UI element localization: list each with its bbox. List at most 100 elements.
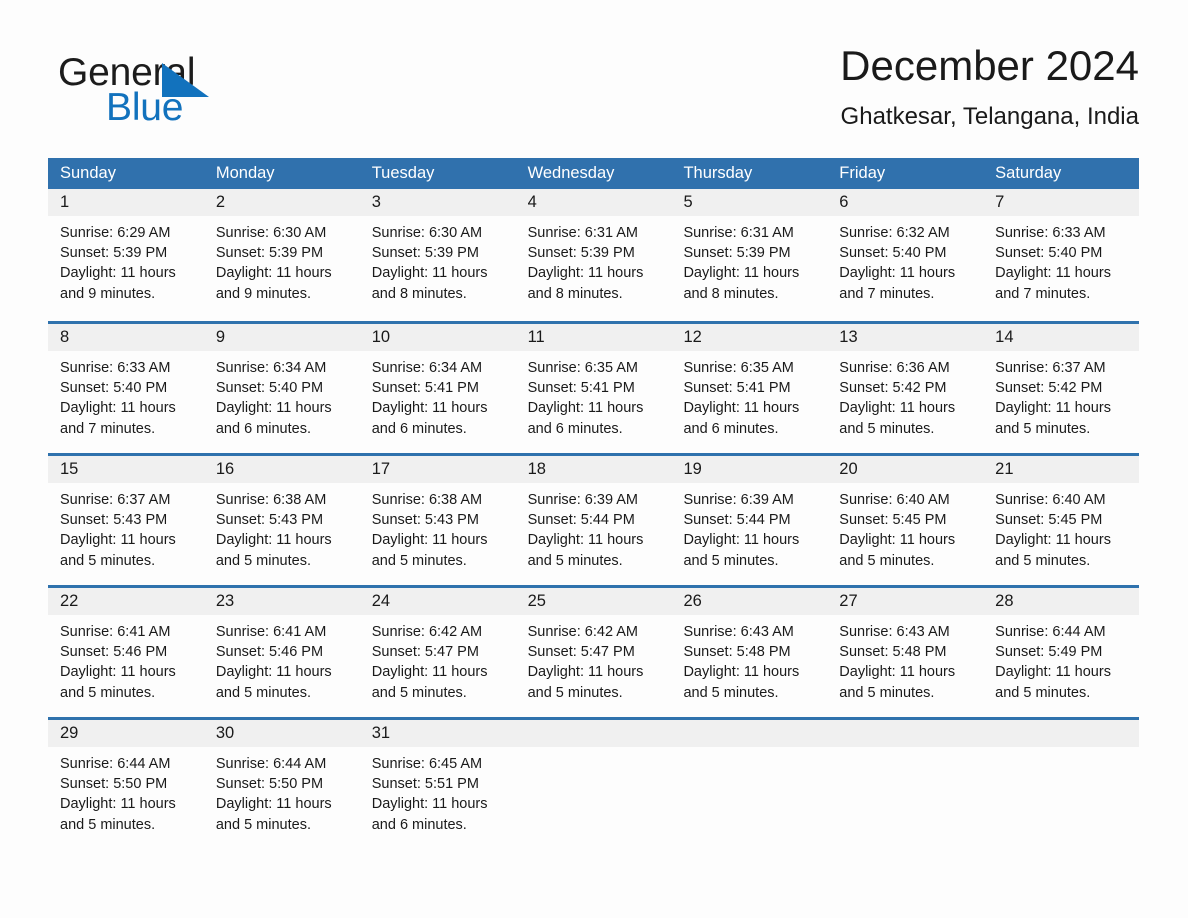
sunset-text: Sunset: 5:50 PM bbox=[215, 776, 324, 793]
day-number: 17 bbox=[371, 460, 391, 478]
generalblue-logo[interactable]: General Blue bbox=[58, 51, 288, 129]
day-info: Sunrise: 6:41 AM Sunset: 5:46 PM Daylight:… bbox=[204, 615, 360, 703]
day-number: 27 bbox=[839, 592, 858, 610]
calendar-day-cell[interactable]: 7 Sunrise: 6:33 AM Sunset: 5:40 PM Daylight… bbox=[983, 189, 1140, 321]
daylight-text: Daylight: 11 hours and 8 minutes. bbox=[683, 265, 800, 302]
calendar-day-cell[interactable]: 1 Sunrise: 6:29 AM Sunset: 5:39 PM Daylight… bbox=[48, 189, 204, 321]
day-number: 3 bbox=[371, 193, 381, 211]
day-number: 21 bbox=[995, 460, 1014, 478]
calendar-day-cell[interactable]: 22 Sunrise: 6:41 AM Sunset: 5:46 PM Dayligh… bbox=[48, 588, 204, 717]
calendar-day-cell[interactable]: 24 Sunrise: 6:42 AM Sunset: 5:47 PM Dayligh… bbox=[359, 588, 516, 717]
calendar-day-cell[interactable]: 10 Sunrise: 6:34 AM Sunset: 5:41 PM Dayligh… bbox=[359, 324, 516, 453]
calendar-day-cell[interactable]: 6 Sunrise: 6:32 AM Sunset: 5:40 PM Daylight… bbox=[827, 189, 984, 321]
sunrise-text: Sunrise: 6:41 AM bbox=[215, 624, 327, 640]
day-number: 20 bbox=[839, 460, 858, 478]
day-number: 23 bbox=[215, 592, 235, 610]
calendar-day-cell[interactable]: 12 Sunrise: 6:35 AM Sunset: 5:41 PM Dayligh… bbox=[671, 324, 828, 453]
daylight-text: Daylight: 11 hours and 5 minutes. bbox=[995, 532, 1111, 569]
day-number-band: 16 bbox=[203, 456, 360, 483]
daylight-text: Daylight: 11 hours and 6 minutes. bbox=[683, 400, 800, 437]
calendar-day-cell[interactable]: 31 Sunrise: 6:45 AM Sunset: 5:51 PM Dayligh… bbox=[359, 720, 516, 849]
calendar-table: Sunday Monday Tuesday Wednesday Thursday… bbox=[48, 158, 1140, 849]
daylight-text: Daylight: 11 hours and 5 minutes. bbox=[995, 400, 1111, 437]
day-info: Sunrise: 6:29 AM Sunset: 5:39 PM Daylight:… bbox=[48, 216, 204, 304]
calendar-week-row: 29 Sunrise: 6:44 AM Sunset: 5:50 PM Dayligh… bbox=[48, 717, 1140, 849]
calendar-day-cell[interactable]: 26 Sunrise: 6:43 AM Sunset: 5:48 PM Dayligh… bbox=[671, 588, 828, 717]
day-info: Sunrise: 6:33 AM Sunset: 5:40 PM Daylight:… bbox=[983, 216, 1139, 304]
day-number-band: 1 bbox=[48, 189, 204, 216]
calendar-day-cell[interactable]: 4 Sunrise: 6:31 AM Sunset: 5:39 PM Daylight… bbox=[515, 189, 672, 321]
calendar-day-cell[interactable]: 11 Sunrise: 6:35 AM Sunset: 5:41 PM Dayligh… bbox=[515, 324, 672, 453]
day-number: 4 bbox=[527, 193, 537, 211]
day-number-band: 20 bbox=[827, 456, 984, 483]
day-number-band: 22 bbox=[48, 588, 204, 615]
calendar-day-cell[interactable]: 29 Sunrise: 6:44 AM Sunset: 5:50 PM Dayligh… bbox=[48, 720, 204, 849]
daylight-text: Daylight: 11 hours and 5 minutes. bbox=[371, 532, 488, 569]
day-info: Sunrise: 6:44 AM Sunset: 5:50 PM Daylight:… bbox=[48, 747, 204, 835]
day-number-band: 7 bbox=[983, 189, 1140, 216]
daylight-text: Daylight: 11 hours and 6 minutes. bbox=[371, 796, 488, 833]
calendar-day-cell[interactable]: 17 Sunrise: 6:38 AM Sunset: 5:43 PM Dayligh… bbox=[359, 456, 516, 585]
calendar-day-cell[interactable]: 14 Sunrise: 6:37 AM Sunset: 5:42 PM Dayligh… bbox=[983, 324, 1140, 453]
sunset-text: Sunset: 5:43 PM bbox=[371, 512, 479, 529]
calendar-day-cell[interactable]: 3 Sunrise: 6:30 AM Sunset: 5:39 PM Daylight… bbox=[359, 189, 516, 321]
day-info: Sunrise: 6:30 AM Sunset: 5:39 PM Daylight:… bbox=[204, 216, 360, 304]
brand-name-blue: Blue bbox=[106, 86, 184, 129]
sunrise-text: Sunrise: 6:34 AM bbox=[371, 360, 483, 376]
sunrise-text: Sunrise: 6:36 AM bbox=[839, 360, 950, 376]
sunset-text: Sunset: 5:42 PM bbox=[995, 380, 1103, 397]
calendar-day-cell[interactable]: 19 Sunrise: 6:39 AM Sunset: 5:44 PM Dayligh… bbox=[671, 456, 828, 585]
calendar-day-cell[interactable]: 25 Sunrise: 6:42 AM Sunset: 5:47 PM Dayligh… bbox=[515, 588, 672, 717]
daylight-text: Daylight: 11 hours and 5 minutes. bbox=[527, 532, 644, 569]
sunset-text: Sunset: 5:41 PM bbox=[683, 380, 791, 397]
calendar-day-cell-empty bbox=[515, 720, 672, 849]
day-info: Sunrise: 6:38 AM Sunset: 5:43 PM Daylight:… bbox=[204, 483, 360, 571]
day-number-band: 14 bbox=[983, 324, 1140, 351]
calendar-day-cell[interactable]: 2 Sunrise: 6:30 AM Sunset: 5:39 PM Daylight… bbox=[203, 189, 360, 321]
calendar-day-cell[interactable]: 5 Sunrise: 6:31 AM Sunset: 5:39 PM Daylight… bbox=[671, 189, 828, 321]
calendar-day-cell[interactable]: 8 Sunrise: 6:33 AM Sunset: 5:40 PM Daylight… bbox=[48, 324, 204, 453]
sunset-text: Sunset: 5:48 PM bbox=[683, 644, 791, 661]
day-number-band: 27 bbox=[827, 588, 984, 615]
calendar-day-cell[interactable]: 9 Sunrise: 6:34 AM Sunset: 5:40 PM Daylight… bbox=[203, 324, 360, 453]
day-number: 1 bbox=[60, 193, 70, 211]
day-info: Sunrise: 6:39 AM Sunset: 5:44 PM Daylight:… bbox=[516, 483, 672, 571]
day-number: 24 bbox=[371, 592, 391, 610]
calendar-day-cell[interactable]: 13 Sunrise: 6:36 AM Sunset: 5:42 PM Dayligh… bbox=[827, 324, 984, 453]
daylight-text: Daylight: 11 hours and 7 minutes. bbox=[995, 265, 1111, 302]
day-number-band: 13 bbox=[827, 324, 984, 351]
calendar-day-cell[interactable]: 30 Sunrise: 6:44 AM Sunset: 5:50 PM Dayligh… bbox=[203, 720, 360, 849]
calendar-day-cell[interactable]: 15 Sunrise: 6:37 AM Sunset: 5:43 PM Dayligh… bbox=[48, 456, 204, 585]
day-number-band: 11 bbox=[515, 324, 672, 351]
calendar-week-row: 8 Sunrise: 6:33 AM Sunset: 5:40 PM Daylight… bbox=[48, 321, 1140, 453]
sunrise-text: Sunrise: 6:37 AM bbox=[60, 492, 171, 508]
day-info: Sunrise: 6:45 AM Sunset: 5:51 PM Daylight:… bbox=[360, 747, 516, 835]
daylight-text: Daylight: 11 hours and 5 minutes. bbox=[683, 532, 800, 569]
sunrise-text: Sunrise: 6:44 AM bbox=[215, 756, 327, 772]
sunset-text: Sunset: 5:40 PM bbox=[839, 245, 947, 262]
weekday-header-wednesday: Wednesday bbox=[527, 164, 615, 182]
sunset-text: Sunset: 5:39 PM bbox=[60, 245, 168, 262]
day-number-band: 26 bbox=[671, 588, 828, 615]
calendar-day-cell[interactable]: 23 Sunrise: 6:41 AM Sunset: 5:46 PM Dayligh… bbox=[203, 588, 360, 717]
sunset-text: Sunset: 5:47 PM bbox=[527, 644, 635, 661]
page-title: December 2024 bbox=[840, 42, 1139, 89]
calendar-day-cell[interactable]: 16 Sunrise: 6:38 AM Sunset: 5:43 PM Dayligh… bbox=[203, 456, 360, 585]
sunrise-text: Sunrise: 6:38 AM bbox=[215, 492, 327, 508]
day-info: Sunrise: 6:37 AM Sunset: 5:43 PM Daylight:… bbox=[48, 483, 204, 571]
sunset-text: Sunset: 5:39 PM bbox=[683, 245, 791, 262]
calendar-day-cell[interactable]: 28 Sunrise: 6:44 AM Sunset: 5:49 PM Dayligh… bbox=[983, 588, 1140, 717]
calendar-day-cell[interactable]: 20 Sunrise: 6:40 AM Sunset: 5:45 PM Dayligh… bbox=[827, 456, 984, 585]
day-number: 22 bbox=[60, 592, 79, 610]
calendar-day-cell[interactable]: 27 Sunrise: 6:43 AM Sunset: 5:48 PM Dayligh… bbox=[827, 588, 984, 717]
calendar-day-cell[interactable]: 18 Sunrise: 6:39 AM Sunset: 5:44 PM Dayligh… bbox=[515, 456, 672, 585]
sunset-text: Sunset: 5:39 PM bbox=[527, 245, 635, 262]
day-number: 29 bbox=[60, 724, 79, 742]
sunset-text: Sunset: 5:39 PM bbox=[371, 245, 479, 262]
sunrise-text: Sunrise: 6:41 AM bbox=[60, 624, 171, 640]
calendar-page: General Blue December 2024 Ghatkesar, Te… bbox=[0, 0, 1188, 918]
sunrise-text: Sunrise: 6:44 AM bbox=[995, 624, 1106, 640]
sunrise-text: Sunrise: 6:31 AM bbox=[527, 225, 638, 241]
calendar-day-cell[interactable]: 21 Sunrise: 6:40 AM Sunset: 5:45 PM Dayligh… bbox=[983, 456, 1140, 585]
weekday-header-saturday: Saturday bbox=[995, 164, 1062, 182]
